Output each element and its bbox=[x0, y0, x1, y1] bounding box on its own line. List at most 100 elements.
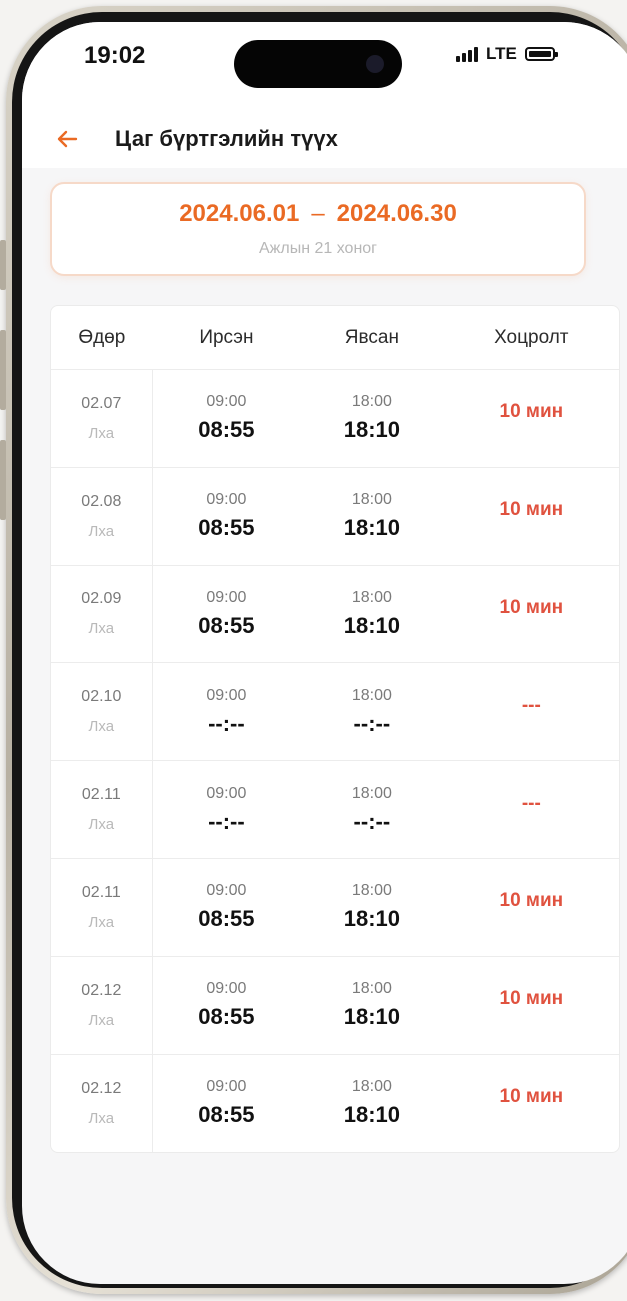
camera-icon bbox=[366, 55, 384, 73]
arrived-cell: 09:00 --:-- bbox=[153, 761, 300, 858]
arrive-actual: 08:55 bbox=[198, 417, 255, 443]
arrive-planned: 09:00 bbox=[206, 1078, 247, 1096]
arrive-planned: 09:00 bbox=[206, 784, 247, 802]
arrive-planned: 09:00 bbox=[206, 491, 247, 509]
leave-actual: --:-- bbox=[353, 808, 391, 834]
left-cell: 18:00 18:10 bbox=[300, 957, 444, 1054]
arrived-cell: 09:00 08:55 bbox=[153, 1055, 300, 1152]
status-bar: 19:02 LTE bbox=[22, 22, 627, 112]
arrive-actual: 08:55 bbox=[198, 906, 255, 932]
left-cell: 18:00 18:10 bbox=[300, 1055, 444, 1152]
late-cell: 10 мин bbox=[444, 1055, 619, 1152]
arrive-actual: 08:55 bbox=[198, 1004, 255, 1030]
arrive-actual: 08:55 bbox=[198, 612, 255, 638]
arrived-cell: 09:00 08:55 bbox=[153, 370, 300, 467]
arrive-planned: 09:00 bbox=[206, 882, 247, 900]
volume-up-button bbox=[0, 330, 6, 410]
late-value: 10 мин bbox=[499, 596, 564, 618]
period-card[interactable]: 2024.06.01–2024.06.30 Ажлын 21 хоног bbox=[50, 182, 586, 276]
row-date: 02.12 bbox=[81, 1079, 122, 1097]
left-cell: 18:00 18:10 bbox=[300, 566, 444, 663]
leave-planned: 18:00 bbox=[351, 784, 392, 802]
arrived-cell: 09:00 08:55 bbox=[153, 859, 300, 956]
period-range: 2024.06.01–2024.06.30 bbox=[52, 200, 584, 228]
late-value: --- bbox=[521, 792, 541, 814]
leave-actual: 18:10 bbox=[343, 906, 401, 932]
day-cell: 02.12 Лха bbox=[51, 956, 153, 1054]
late-cell: 10 мин bbox=[444, 859, 619, 956]
status-indicators: LTE bbox=[456, 44, 558, 64]
late-cell: 10 мин bbox=[444, 957, 619, 1054]
table-body: 02.07 Лха 09:00 08:55 18:00 18:10 10 мин 02.08 Л… bbox=[51, 370, 619, 1152]
leave-actual: 18:10 bbox=[343, 417, 401, 443]
late-value: 10 мин bbox=[499, 401, 564, 423]
arrived-cell: 09:00 08:55 bbox=[153, 468, 300, 565]
period-separator: – bbox=[311, 200, 325, 227]
table-row[interactable]: 02.10 Лха 09:00 --:-- 18:00 --:-- --- bbox=[51, 663, 619, 762]
day-cell: 02.08 Лха bbox=[51, 467, 153, 565]
late-cell: --- bbox=[444, 761, 619, 858]
row-date: 02.12 bbox=[81, 981, 122, 999]
late-value: --- bbox=[521, 694, 541, 716]
arrive-planned: 09:00 bbox=[206, 980, 247, 998]
header-arrived: Ирсэн bbox=[199, 326, 254, 348]
header-late: Хоцролт bbox=[494, 326, 569, 348]
table-row[interactable]: 02.11 Лха 09:00 --:-- 18:00 --:-- --- bbox=[51, 761, 619, 859]
arrive-planned: 09:00 bbox=[206, 686, 247, 704]
arrive-actual: --:-- bbox=[208, 710, 245, 736]
table-row[interactable]: 02.12 Лха 09:00 08:55 18:00 18:10 10 мин bbox=[51, 1054, 619, 1152]
row-weekday: Лха bbox=[88, 913, 115, 931]
attendance-table: Өдөр Ирсэн Явсан Хоцролт 02.07 Лха 09:00 08… bbox=[50, 305, 620, 1153]
leave-planned: 18:00 bbox=[351, 588, 392, 606]
battery-icon bbox=[524, 47, 558, 61]
late-value: 10 мин bbox=[499, 988, 564, 1010]
network-label: LTE bbox=[486, 44, 517, 63]
volume-down-button bbox=[0, 440, 6, 520]
leave-actual: 18:10 bbox=[343, 1004, 401, 1030]
row-date: 02.07 bbox=[81, 394, 122, 412]
leave-planned: 18:00 bbox=[351, 1078, 392, 1096]
signal-icon bbox=[456, 46, 478, 62]
arrived-cell: 09:00 08:55 bbox=[153, 957, 300, 1054]
table-row[interactable]: 02.07 Лха 09:00 08:55 18:00 18:10 10 мин bbox=[51, 370, 619, 468]
header-day: Өдөр bbox=[78, 326, 126, 348]
row-date: 02.10 bbox=[81, 688, 122, 706]
leave-planned: 18:00 bbox=[351, 980, 392, 998]
table-row[interactable]: 02.12 Лха 09:00 08:55 18:00 18:10 10 мин bbox=[51, 956, 619, 1055]
leave-planned: 18:00 bbox=[351, 491, 392, 509]
table-row[interactable]: 02.09 Лха 09:00 08:55 18:00 18:10 10 мин bbox=[51, 565, 619, 664]
table-row[interactable]: 02.11 Лха 09:00 08:55 18:00 18:10 10 мин bbox=[51, 858, 619, 957]
app-header: Цаг бүртгэлийн түүх bbox=[22, 112, 627, 168]
day-cell: 02.10 Лха bbox=[51, 663, 153, 761]
leave-planned: 18:00 bbox=[351, 393, 392, 411]
late-value: 10 мин bbox=[499, 499, 564, 521]
page-title: Цаг бүртгэлийн түүх bbox=[115, 126, 338, 151]
leave-actual: 18:10 bbox=[343, 612, 401, 638]
row-weekday: Лха bbox=[88, 522, 115, 540]
row-weekday: Лха bbox=[88, 620, 115, 638]
row-date: 02.11 bbox=[81, 786, 121, 804]
day-cell: 02.09 Лха bbox=[51, 565, 153, 663]
row-weekday: Лха bbox=[88, 816, 115, 834]
arrive-planned: 09:00 bbox=[206, 588, 247, 606]
leave-actual: 18:10 bbox=[343, 1102, 401, 1128]
arrive-actual: 08:55 bbox=[198, 515, 255, 541]
arrived-cell: 09:00 --:-- bbox=[153, 663, 300, 760]
arrow-left-icon[interactable] bbox=[52, 124, 82, 154]
left-cell: 18:00 --:-- bbox=[300, 663, 444, 760]
day-cell: 02.11 Лха bbox=[51, 761, 153, 858]
leave-planned: 18:00 bbox=[351, 686, 392, 704]
late-cell: 10 мин bbox=[444, 370, 619, 467]
arrive-planned: 09:00 bbox=[206, 393, 247, 411]
table-header: Өдөр Ирсэн Явсан Хоцролт bbox=[51, 306, 619, 370]
late-cell: 10 мин bbox=[444, 468, 619, 565]
late-value: 10 мин bbox=[499, 1086, 564, 1108]
table-row[interactable]: 02.08 Лха 09:00 08:55 18:00 18:10 10 мин bbox=[51, 467, 619, 566]
day-cell: 02.11 Лха bbox=[51, 858, 153, 956]
leave-actual: --:-- bbox=[353, 710, 391, 736]
row-date: 02.08 bbox=[81, 492, 122, 510]
arrive-actual: 08:55 bbox=[198, 1102, 255, 1128]
dynamic-island bbox=[234, 40, 402, 88]
screen: 19:02 LTE Цаг бүртгэлийн түүх 2024.06.01… bbox=[22, 22, 627, 1284]
action-button bbox=[0, 240, 6, 290]
